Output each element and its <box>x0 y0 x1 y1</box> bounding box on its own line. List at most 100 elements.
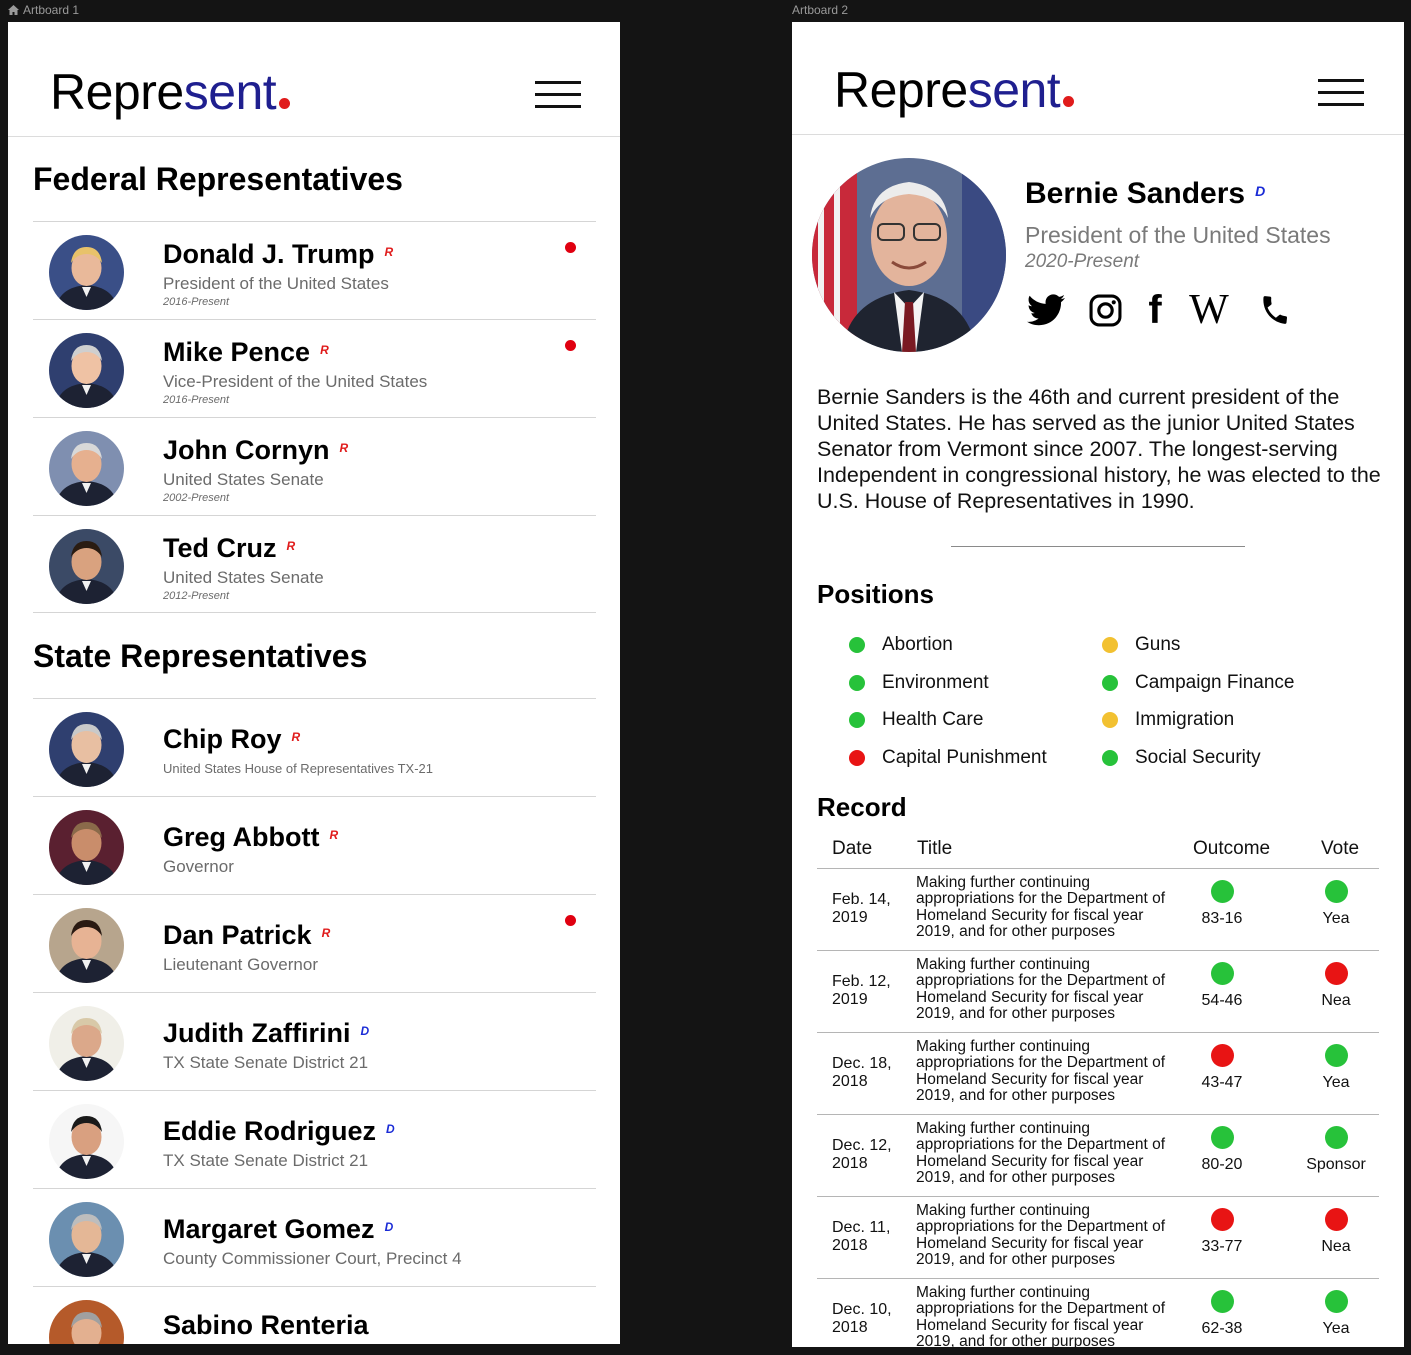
position-item[interactable]: Capital Punishment <box>849 743 1047 773</box>
position-item[interactable]: Immigration <box>1102 705 1234 735</box>
vote-value: Yea <box>1322 1320 1350 1337</box>
rep-name-text: Dan Patrick <box>163 920 312 950</box>
rep-title: United States Senate <box>163 568 324 587</box>
instagram-icon[interactable] <box>1087 290 1123 330</box>
profile-years: 2020-Present <box>1025 251 1140 272</box>
rep-title: County Commissioner Court, Precinct 4 <box>163 1249 462 1268</box>
rep-name-text: Mike Pence <box>163 337 311 367</box>
rep-list-item[interactable]: Judith Zaffirini D TX State Senate Distric… <box>33 992 596 1090</box>
party-badge: D <box>1255 183 1266 199</box>
rep-info: Mike Pence R Vice-President of the United … <box>163 330 576 408</box>
rep-list-item[interactable]: Mike Pence R Vice-President of the United … <box>33 319 596 417</box>
positions-list: Abortion Environment Health Care Capital Pu… <box>849 630 1349 790</box>
avatar <box>49 810 124 885</box>
rep-title: TX State Senate District 21 <box>163 1053 369 1072</box>
record-row[interactable]: Dec. 18, 2018 Making further continuing a… <box>817 1033 1379 1115</box>
record-date: Dec. 12, 2018 <box>832 1137 892 1172</box>
logo[interactable]: Represent <box>834 60 1075 120</box>
avatar <box>49 1006 124 1081</box>
status-dot <box>1102 637 1118 653</box>
rep-list-item[interactable]: Donald J. Trump R President of the United … <box>33 221 596 319</box>
record-vote: Sponsor <box>1297 1126 1375 1175</box>
rep-info: Sabino Renteria <box>163 1305 576 1344</box>
rep-list-item[interactable]: Sabino Renteria <box>33 1286 596 1344</box>
avatar <box>49 712 124 787</box>
hamburger-menu-icon[interactable] <box>1318 79 1364 107</box>
avatar <box>49 908 124 983</box>
rep-years: 2012-Present <box>163 590 230 602</box>
hamburger-menu-icon[interactable] <box>535 81 581 109</box>
rep-info: Chip Roy R United States House of Represen… <box>163 717 576 779</box>
rep-name-text: Ted Cruz <box>163 533 277 563</box>
rep-list-item[interactable]: Dan Patrick R Lieutenant Governor <box>33 894 596 992</box>
status-dot <box>1102 712 1118 728</box>
position-label: Abortion <box>882 634 953 655</box>
outcome-value: 54-46 <box>1201 992 1243 1009</box>
record-outcome: 62-38 <box>1187 1290 1257 1339</box>
rep-name-text: Margaret Gomez <box>163 1214 375 1244</box>
record-table: Date Title Outcome Vote Feb. 14, 2019 Mak… <box>817 834 1379 1347</box>
rep-info: Donald J. Trump R President of the United … <box>163 232 576 310</box>
vote-value: Yea <box>1322 910 1350 927</box>
rep-info: Margaret Gomez D County Commissioner Court… <box>163 1207 576 1269</box>
profile-photo <box>812 158 1006 352</box>
col-header-outcome: Outcome <box>1193 838 1271 859</box>
rep-name: John Cornyn R <box>163 428 576 470</box>
outcome-status-dot <box>1210 1290 1234 1313</box>
vote-status-dot <box>1324 1208 1348 1231</box>
position-item[interactable]: Health Care <box>849 705 983 735</box>
party-badge: R <box>384 245 394 259</box>
rep-name-text: Chip Roy <box>163 724 282 754</box>
notification-dot <box>565 915 576 926</box>
rep-title: Vice-President of the United States <box>163 372 428 391</box>
rep-list-item[interactable]: Eddie Rodriguez D TX State Senate District… <box>33 1090 596 1188</box>
avatar <box>49 529 124 604</box>
phone-icon[interactable] <box>1255 290 1295 330</box>
rep-list-item[interactable]: Ted Cruz R United States Senate 2012-Presen… <box>33 515 596 613</box>
position-item[interactable]: Campaign Finance <box>1102 668 1294 698</box>
logo[interactable]: Represent <box>50 62 291 122</box>
record-row[interactable]: Feb. 12, 2019 Making further continuing a… <box>817 951 1379 1033</box>
record-title: Making further continuing appropriations… <box>916 1120 1165 1186</box>
record-row[interactable]: Dec. 10, 2018 Making further continuing a… <box>817 1279 1379 1347</box>
position-item[interactable]: Environment <box>849 668 989 698</box>
record-title: Making further continuing appropriations… <box>916 1284 1165 1347</box>
position-item[interactable]: Abortion <box>849 630 953 660</box>
rep-list-item[interactable]: John Cornyn R United States Senate 2002-Pre… <box>33 417 596 515</box>
position-item[interactable]: Guns <box>1102 630 1180 660</box>
rep-list-item[interactable]: Chip Roy R United States House of Represen… <box>33 698 596 796</box>
rep-name-text: Donald J. Trump <box>163 239 375 269</box>
party-badge: R <box>339 441 349 455</box>
artboard-2: Represent Bernie Sanders D President of t… <box>792 22 1404 1347</box>
rep-title: Lieutenant Governor <box>163 955 318 974</box>
rep-name: Sabino Renteria <box>163 1305 576 1344</box>
record-date: Feb. 12, 2019 <box>832 973 891 1008</box>
positions-title: Positions <box>817 579 935 609</box>
position-label: Guns <box>1135 634 1181 655</box>
outcome-status-dot <box>1210 962 1234 985</box>
outcome-status-dot <box>1210 880 1234 903</box>
notification-dot <box>565 242 576 253</box>
rep-title: President of the United States <box>163 274 389 293</box>
twitter-icon[interactable] <box>1025 290 1067 330</box>
avatar <box>49 1300 124 1344</box>
record-row[interactable]: Dec. 12, 2018 Making further continuing a… <box>817 1115 1379 1197</box>
rep-title: United States House of Representatives T… <box>163 761 434 776</box>
record-row[interactable]: Dec. 11, 2018 Making further continuing a… <box>817 1197 1379 1279</box>
position-label: Social Security <box>1135 746 1261 768</box>
party-badge: R <box>286 539 296 553</box>
position-item[interactable]: Social Security <box>1102 743 1261 773</box>
rep-list-item[interactable]: Margaret Gomez D County Commissioner Court… <box>33 1188 596 1286</box>
position-label: Capital Punishment <box>882 746 1047 768</box>
wikipedia-icon[interactable]: W <box>1185 287 1233 333</box>
record-title: Making further continuing appropriations… <box>916 1202 1165 1268</box>
facebook-icon[interactable]: f <box>1143 288 1167 332</box>
artboard-2-label: Artboard 2 <box>792 3 848 17</box>
profile-name-text: Bernie Sanders <box>1025 177 1246 210</box>
outcome-status-dot <box>1210 1208 1234 1231</box>
app-header: Represent <box>8 22 620 137</box>
outcome-status-dot <box>1210 1126 1234 1149</box>
rep-name: Donald J. Trump R <box>163 232 576 274</box>
record-row[interactable]: Feb. 14, 2019 Making further continuing a… <box>817 869 1379 951</box>
rep-list-item[interactable]: Greg Abbott R Governor <box>33 796 596 894</box>
